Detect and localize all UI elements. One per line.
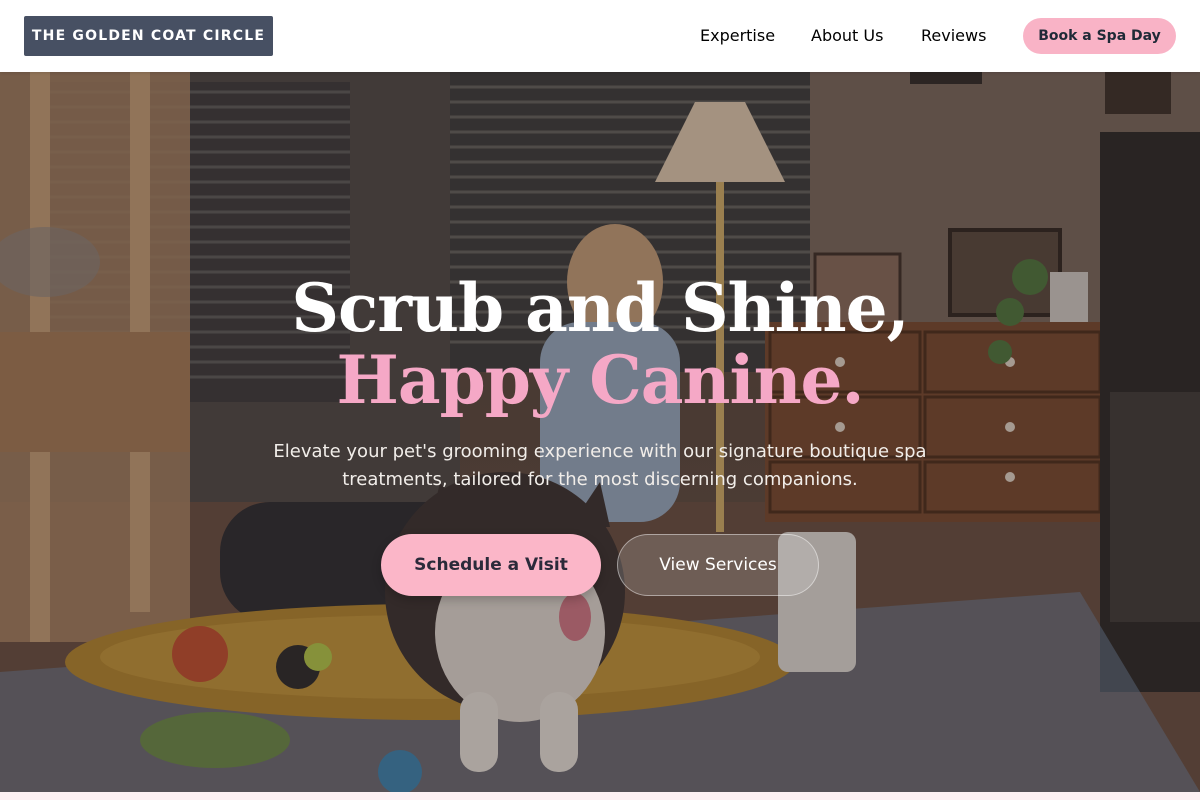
- hero-dark-overlay: [0, 72, 1200, 792]
- top-navigation: THE GOLDEN COAT CIRCLE Expertise About U…: [0, 0, 1200, 72]
- book-spa-day-button[interactable]: Book a Spa Day: [1023, 18, 1176, 54]
- nav-link-about-us[interactable]: About Us: [811, 26, 883, 45]
- hero-section: Scrub and Shine, Happy Canine. Elevate y…: [0, 72, 1200, 792]
- view-services-button[interactable]: View Services: [617, 534, 819, 596]
- schedule-visit-button[interactable]: Schedule a Visit: [381, 534, 601, 596]
- brand-logo[interactable]: THE GOLDEN COAT CIRCLE: [24, 16, 273, 56]
- next-section-edge: [0, 792, 1200, 800]
- hero-title-line-1: Scrub and Shine,: [291, 269, 909, 347]
- nav-link-expertise[interactable]: Expertise: [700, 26, 775, 45]
- hero-title-line-2: Happy Canine.: [336, 341, 864, 419]
- nav-link-reviews[interactable]: Reviews: [921, 26, 986, 45]
- hero-subtitle: Elevate your pet's grooming experience w…: [273, 441, 927, 490]
